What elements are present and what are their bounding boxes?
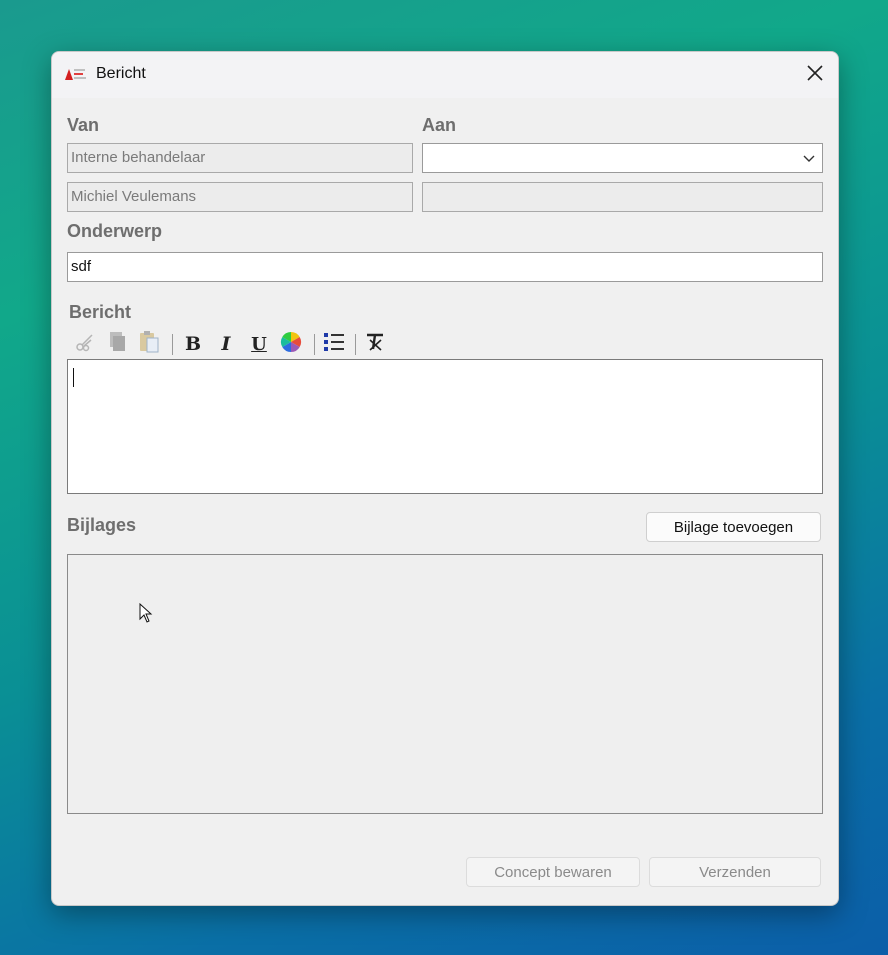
message-editor[interactable] [67, 359, 823, 494]
scissors-icon [75, 332, 95, 357]
copy-icon [107, 331, 127, 358]
color-wheel-icon [280, 331, 302, 358]
cut-button[interactable] [72, 330, 98, 358]
close-button[interactable] [792, 52, 838, 98]
mouse-pointer-icon [139, 602, 153, 628]
underline-button[interactable]: U [246, 330, 272, 358]
add-attachment-button[interactable]: Bijlage toevoegen [646, 512, 821, 542]
chevron-down-icon [802, 151, 816, 169]
italic-icon: I [221, 333, 231, 355]
app-logo-icon [64, 66, 88, 82]
bold-icon: B [184, 333, 202, 355]
sender-name-field: Michiel Veulemans [67, 182, 413, 212]
sender-type-field: Interne behandelaar [67, 143, 413, 173]
text-caret [73, 368, 74, 387]
clear-format-button[interactable] [362, 330, 388, 358]
paste-button[interactable] [136, 330, 162, 358]
from-label: Van [67, 115, 100, 135]
attachments-list[interactable] [67, 554, 823, 814]
underline-icon: U [251, 333, 267, 355]
recipient-dropdown[interactable] [422, 143, 823, 173]
paste-icon [138, 330, 160, 359]
toolbar-separator [172, 334, 173, 355]
subject-label: Onderwerp [67, 221, 163, 241]
subject-input[interactable]: sdf [67, 252, 823, 282]
text-color-button[interactable] [278, 330, 304, 358]
window-title: Bericht [96, 65, 146, 82]
message-dialog: Bericht Van Aan Interne behandelaar Mich… [51, 51, 839, 906]
toolbar-separator [314, 334, 315, 355]
save-draft-button[interactable]: Concept bewaren [466, 857, 640, 887]
to-label: Aan [422, 115, 457, 135]
bullet-list-button[interactable] [321, 330, 347, 358]
toolbar-separator [355, 334, 356, 355]
copy-button[interactable] [104, 330, 130, 358]
bold-button[interactable]: B [180, 330, 206, 358]
clear-format-icon [364, 331, 386, 358]
send-button[interactable]: Verzenden [649, 857, 821, 887]
message-label: Bericht [69, 302, 132, 322]
italic-button[interactable]: I [213, 330, 239, 358]
bullet-list-icon [323, 331, 345, 358]
attachments-label: Bijlages [67, 515, 137, 535]
title-bar: Bericht [52, 52, 838, 98]
close-icon [807, 64, 823, 86]
recipient-detail-field [422, 182, 823, 212]
